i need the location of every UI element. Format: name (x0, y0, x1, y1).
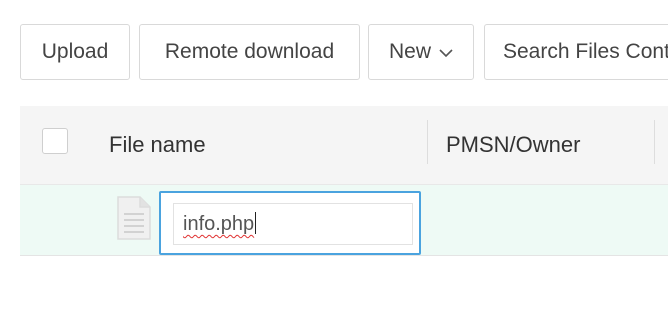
search-files-content-label: Search Files Content (503, 40, 668, 63)
file-table: File name PMSN/Owner info.php (20, 106, 668, 256)
text-caret (255, 212, 257, 234)
table-header: File name PMSN/Owner (20, 106, 668, 185)
upload-button-label: Upload (41, 40, 109, 63)
remote-download-button[interactable]: Remote download (139, 24, 360, 80)
file-icon (117, 196, 151, 240)
new-button-label: New (388, 40, 431, 63)
column-header-owner[interactable]: PMSN/Owner (446, 106, 580, 184)
column-divider (654, 120, 655, 164)
remote-download-button-label: Remote download (164, 40, 335, 63)
column-divider (427, 120, 428, 164)
select-all-checkbox[interactable] (42, 128, 68, 154)
chevron-down-icon (439, 49, 453, 58)
rename-editor: info.php (159, 191, 421, 255)
new-dropdown-button[interactable]: New (368, 24, 474, 80)
file-manager: Upload Remote download New Search Files … (0, 0, 668, 331)
table-row[interactable]: info.php (20, 185, 668, 256)
column-header-file-name[interactable]: File name (109, 106, 206, 184)
file-name-input-value: info.php (183, 212, 257, 235)
search-files-content-button[interactable]: Search Files Content (484, 24, 668, 80)
upload-button[interactable]: Upload (20, 24, 130, 80)
